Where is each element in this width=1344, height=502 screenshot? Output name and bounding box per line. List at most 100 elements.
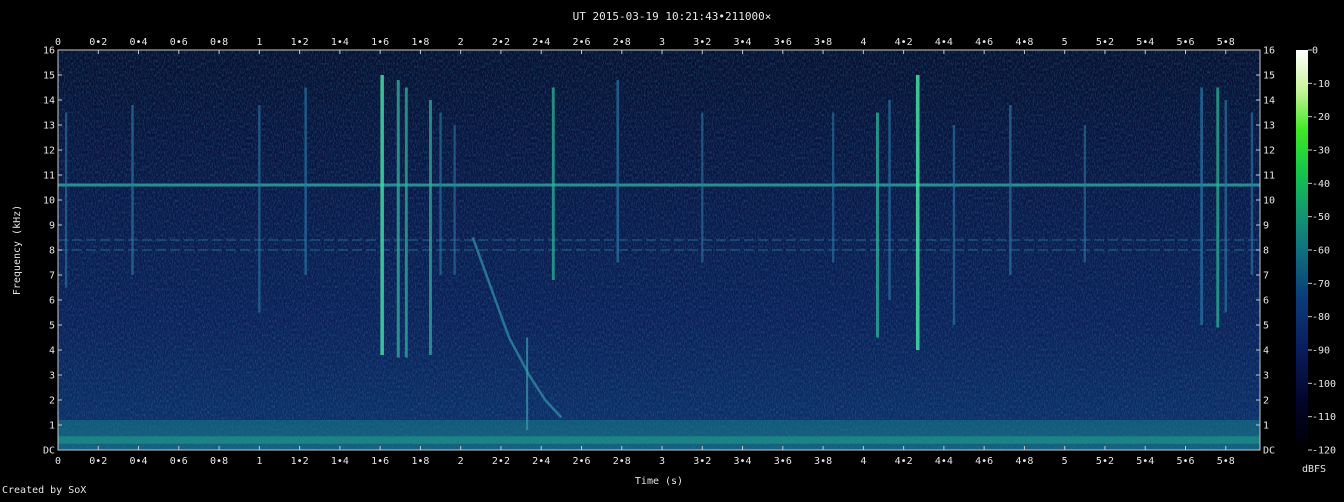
x-tick-label-bottom: 4•4 <box>935 456 953 467</box>
x-axis-label: Time (s) <box>635 476 683 487</box>
x-tick-label-top: 4•8 <box>1015 37 1033 48</box>
y-tick-label-left: 11 <box>43 171 55 182</box>
colorbar-tick-label: -30 <box>1312 146 1330 157</box>
x-tick-label-top: 1•2 <box>291 37 309 48</box>
y-tick-label-right: 3 <box>1263 371 1269 382</box>
x-tick-label-bottom: 4•8 <box>1015 456 1033 467</box>
x-tick-label-top: 0•4 <box>130 37 148 48</box>
x-tick-label-top: 2•2 <box>492 37 510 48</box>
x-tick-label-bottom: 5•6 <box>1176 456 1194 467</box>
x-tick-label-top: 1•8 <box>411 37 429 48</box>
x-tick-label-bottom: 5 <box>1062 456 1068 467</box>
x-tick-label-top: 5•8 <box>1217 37 1235 48</box>
y-tick-label-left: 10 <box>43 196 55 207</box>
x-tick-label-top: 4•6 <box>975 37 993 48</box>
y-tick-label-left: DC <box>43 446 55 457</box>
x-tick-label-bottom: 1•8 <box>411 456 429 467</box>
colorbar-tick-label: -110 <box>1312 412 1336 423</box>
colorbar-tick-label: -60 <box>1312 246 1330 257</box>
x-tick-label-top: 0•2 <box>89 37 107 48</box>
colorbar-tick-label: -100 <box>1312 379 1336 390</box>
colorbar-tick-label: -20 <box>1312 112 1330 123</box>
x-tick-label-bottom: 0•4 <box>130 456 148 467</box>
colorbar <box>1296 50 1308 450</box>
x-tick-label-bottom: 2•2 <box>492 456 510 467</box>
colorbar-tick-label: -90 <box>1312 346 1330 357</box>
y-tick-label-right: 2 <box>1263 396 1269 407</box>
y-tick-label-right: 16 <box>1263 46 1275 57</box>
y-tick-label-right: 12 <box>1263 146 1275 157</box>
x-tick-label-bottom: 4•2 <box>895 456 913 467</box>
x-tick-label-bottom: 1•2 <box>291 456 309 467</box>
x-tick-label-bottom: 3 <box>659 456 665 467</box>
y-tick-label-right: DC <box>1263 446 1275 457</box>
y-tick-label-left: 12 <box>43 146 55 157</box>
y-tick-label-left: 6 <box>49 296 55 307</box>
x-tick-label-bottom: 5•2 <box>1096 456 1114 467</box>
x-tick-label-top: 5•6 <box>1176 37 1194 48</box>
x-tick-label-top: 1•4 <box>331 37 349 48</box>
y-tick-label-right: 9 <box>1263 221 1269 232</box>
y-tick-label-left: 7 <box>49 271 55 282</box>
y-tick-label-left: 4 <box>49 346 55 357</box>
y-tick-label-left: 2 <box>49 396 55 407</box>
y-tick-label-left: 3 <box>49 371 55 382</box>
y-tick-label-right: 5 <box>1263 321 1269 332</box>
x-tick-label-bottom: 1•4 <box>331 456 349 467</box>
y-tick-label-right: 15 <box>1263 71 1275 82</box>
x-tick-label-top: 2•8 <box>613 37 631 48</box>
x-tick-label-top: 2 <box>458 37 464 48</box>
colorbar-tick-label: -50 <box>1312 212 1330 223</box>
x-tick-label-bottom: 4 <box>860 456 866 467</box>
y-tick-label-right: 11 <box>1263 171 1275 182</box>
y-axis-label: Frequency (kHz) <box>12 205 23 295</box>
spectrogram-svg: UT 2015-03-19 10:21:43•211000× 0 0 0•2 0•2 0… <box>12 10 1336 487</box>
colorbar-ticks: 0 -10 -20 -30 -40 -50 -60 -70 -80 -90 -100 -110 -120 <box>1308 46 1336 457</box>
x-tick-label-top: 0•8 <box>210 37 228 48</box>
x-tick-label-bottom: 2•4 <box>532 456 550 467</box>
y-tick-label-left: 9 <box>49 221 55 232</box>
x-tick-label-bottom: 4•6 <box>975 456 993 467</box>
y-tick-label-left: 14 <box>43 96 55 107</box>
x-tick-label-bottom: 2•8 <box>613 456 631 467</box>
x-tick-label-top: 0 <box>55 37 61 48</box>
x-tick-label-top: 5•4 <box>1136 37 1154 48</box>
x-tick-label-bottom: 3•6 <box>774 456 792 467</box>
x-tick-label-bottom: 2 <box>458 456 464 467</box>
x-tick-label-top: 4•4 <box>935 37 953 48</box>
x-tick-label-bottom: 3•4 <box>734 456 752 467</box>
low-frequency-band <box>58 420 1260 450</box>
credit-text: Created by SoX <box>2 485 87 496</box>
colorbar-tick-label: -40 <box>1312 179 1330 190</box>
noise-texture <box>58 50 1260 450</box>
x-tick-label-top: 3•2 <box>693 37 711 48</box>
x-tick-label-bottom: 0•8 <box>210 456 228 467</box>
colorbar-tick-label: -70 <box>1312 279 1330 290</box>
y-tick-label-right: 7 <box>1263 271 1269 282</box>
x-tick-label-bottom: 3•2 <box>693 456 711 467</box>
x-tick-label-top: 3•6 <box>774 37 792 48</box>
x-tick-label-top: 4•2 <box>895 37 913 48</box>
x-tick-label-top: 5•2 <box>1096 37 1114 48</box>
y-tick-label-left: 16 <box>43 46 55 57</box>
x-tick-label-bottom: 3•8 <box>814 456 832 467</box>
x-tick-label-top: 3•4 <box>734 37 752 48</box>
y-tick-label-left: 8 <box>49 246 55 257</box>
y-tick-label-left: 1 <box>49 421 55 432</box>
low-frequency-band-core <box>58 436 1260 444</box>
x-tick-label-bottom: 0 <box>55 456 61 467</box>
x-tick-label-top: 0•6 <box>170 37 188 48</box>
x-tick-label-top: 3•8 <box>814 37 832 48</box>
colorbar-label: dBFS <box>1302 464 1326 475</box>
y-tick-label-right: 10 <box>1263 196 1275 207</box>
x-tick-label-top: 1 <box>256 37 262 48</box>
y-tick-label-right: 14 <box>1263 96 1275 107</box>
x-tick-label-top: 2•4 <box>532 37 550 48</box>
x-tick-label-bottom: 5•8 <box>1217 456 1235 467</box>
y-tick-label-right: 6 <box>1263 296 1269 307</box>
x-tick-label-bottom: 0•2 <box>89 456 107 467</box>
y-tick-label-left: 13 <box>43 121 55 132</box>
colorbar-tick-label: -80 <box>1312 312 1330 323</box>
spectrogram-figure: UT 2015-03-19 10:21:43•211000× 0 0 0•2 0•2 0… <box>0 0 1344 498</box>
y-tick-label-right: 8 <box>1263 246 1269 257</box>
